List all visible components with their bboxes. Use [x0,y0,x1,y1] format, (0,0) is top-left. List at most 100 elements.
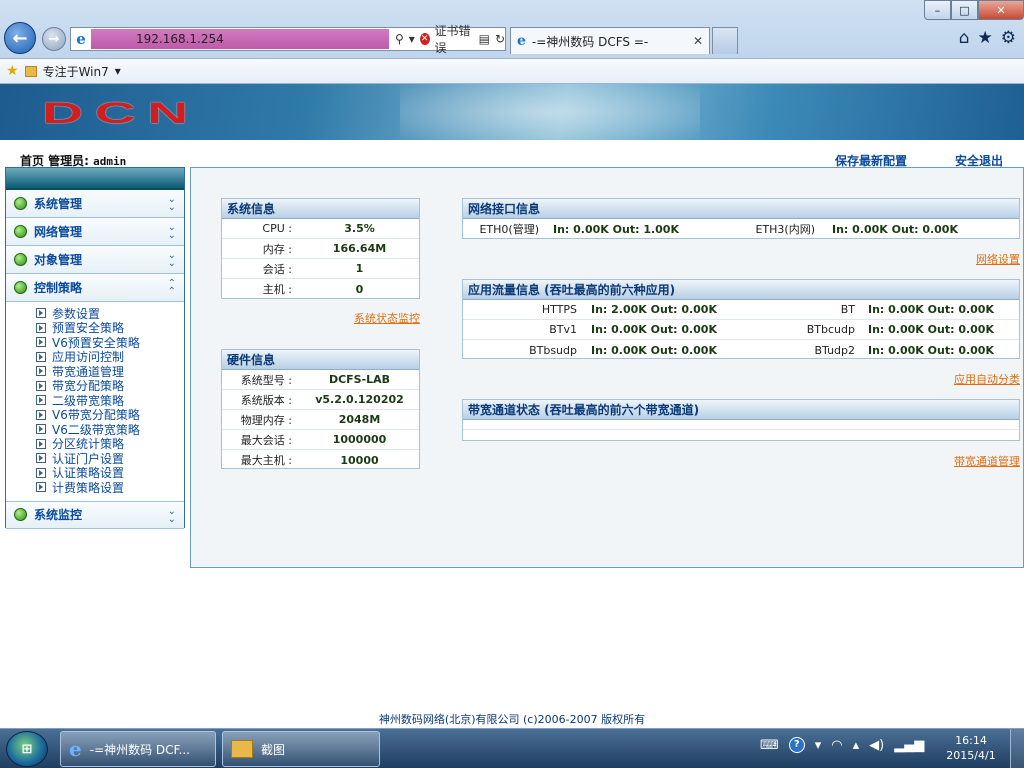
gear-icon[interactable]: ⚙ [1001,28,1016,48]
cert-error-icon[interactable]: ✕ [419,33,430,45]
app-auto-classify-link[interactable]: 应用自动分类 [954,371,1020,387]
app-name: BTv1 [549,323,577,336]
forward-button[interactable]: → [42,27,66,51]
window-controls: – □ ✕ [924,0,1024,20]
app-traffic: In: 0.00K Out: 0.00K [868,343,994,357]
sidebar-item-system[interactable]: 系统管理 ⌄ ⌄ [6,190,184,218]
app-traffic: In: 0.00K Out: 0.00K [591,323,717,336]
memory-value: 166.64M [332,242,387,255]
favorites-star-icon[interactable]: ★ [978,28,993,48]
panel-title: 网络接口信息 [463,199,1019,219]
signal-icon[interactable]: ▂▄▆ [894,738,924,753]
browser-tab[interactable]: e -=神州数码 DCFS =- ✕ [510,27,710,54]
sidebar: 系统管理 ⌄ ⌄ 网络管理 ⌄ ⌄ 对象管理 ⌄ ⌄ 控制策略 ⌃ ⌃ 参数设置 预置安… [5,167,185,529]
arrow-left-icon: ← [12,27,28,49]
app-name: BTbcudp [806,323,855,336]
host-value: 0 [355,282,364,296]
cpu-value: 3.5% [344,222,375,235]
wifi-icon[interactable]: ◠ [831,738,842,753]
system-info-panel: 系统信息 CPU : 3.5% 内存 : 166.64M 会话 : 1 主机 : 0 [221,198,420,299]
compat-view-icon[interactable]: ▤ [479,32,490,46]
sidebar-item-network[interactable]: 网络管理 ⌄ ⌄ [6,218,184,246]
tab-close-icon[interactable]: ✕ [693,34,703,48]
home-icon[interactable]: ⌂ [959,28,970,48]
info-row: 主机 : 0 [222,279,419,299]
new-tab-button[interactable] [712,27,738,54]
chevron-double-up-icon[interactable]: ⌃ ⌃ [168,279,176,297]
start-button[interactable]: ⊞ [6,731,48,767]
clock[interactable]: 16:14 2015/4/1 [940,733,1002,763]
show-desktop-button[interactable] [1010,729,1024,768]
folder-icon [231,740,253,758]
arrow-box-icon [36,482,46,493]
back-button[interactable]: ← [4,22,36,54]
eth3-label: ETH3(内网) [755,223,815,236]
chevron-double-down-icon[interactable]: ⌄ ⌄ [168,251,176,269]
app-name: BTbsudp [529,343,577,357]
info-row: 最大会话 :1000000 [222,430,419,450]
add-favorite-icon[interactable]: ★ [6,63,19,79]
chevron-down-icon[interactable]: ▾ [115,64,121,78]
system-status-link[interactable]: 系统状态监控 [354,310,420,326]
cpu-label: CPU : [262,222,292,235]
arrow-box-icon [36,322,46,333]
clock-time: 16:14 [955,734,987,747]
app-row: HTTPS In: 2.00K Out: 0.00K BT In: 0.00K … [463,300,1019,320]
sidebar-item-object[interactable]: 对象管理 ⌄ ⌄ [6,246,184,274]
cert-error-label[interactable]: 证书错误 [435,22,474,56]
volume-icon[interactable]: ◀) [869,738,884,753]
browser-chrome: – □ ✕ ← → e 192.168.1.254 ⚲ ▾ ✕ 证书错误 ▤ ↻… [0,0,1024,84]
system-tray: ⌨ ? ▾ ◠ ▴ ◀) ▂▄▆ [760,737,924,753]
green-dot-icon [14,508,27,521]
app-traffic-panel: 应用流量信息 (吞吐最高的前六种应用) HTTPS In: 2.00K Out:… [462,279,1020,359]
chevron-double-down-icon[interactable]: ⌄ ⌄ [168,223,176,241]
panel-title: 带宽通道状态 (吞吐最高的前六个带宽通道) [463,400,1019,420]
info-row: 会话 : 1 [222,259,419,279]
submenu-item[interactable]: 计费策略设置 [36,480,184,495]
keyboard-icon[interactable]: ⌨ [760,738,779,753]
dropdown-icon[interactable]: ▾ [409,32,415,46]
app-name: BTudp2 [814,343,855,357]
refresh-icon[interactable]: ↻ [495,32,505,46]
green-dot-icon [14,197,27,210]
sidebar-item-policy[interactable]: 控制策略 ⌃ ⌃ [6,274,184,302]
address-bar[interactable]: e 192.168.1.254 ⚲ ▾ ✕ 证书错误 ▤ ↻ [70,24,506,55]
info-row: 物理内存 :2048M [222,410,419,430]
max-host-value: 10000 [340,453,379,467]
app-traffic: In: 0.00K Out: 0.00K [591,343,717,357]
address-input[interactable]: 192.168.1.254 [90,29,389,49]
bandwidth-channel-link[interactable]: 带宽通道管理 [954,453,1020,469]
help-icon[interactable]: ? [788,737,805,753]
main-content: 系统信息 CPU : 3.5% 内存 : 166.64M 会话 : 1 主机 : 0 系… [190,167,1024,568]
tray-arrow-icon[interactable]: ▾ [815,738,822,753]
arrow-box-icon [36,351,46,362]
close-button[interactable]: ✕ [978,0,1024,20]
chevron-double-down-icon[interactable]: ⌄ ⌄ [168,195,176,213]
app-traffic: In: 0.00K Out: 0.00K [868,323,994,336]
taskbar-item-browser[interactable]: e -=神州数码 DCF... [60,731,216,767]
physical-memory-value: 2048M [338,413,381,426]
info-row: 系统型号 : DCFS-LAB [222,370,419,390]
app-traffic: In: 0.00K Out: 0.00K [868,303,994,316]
tab-title: -=神州数码 DCFS =- [531,34,649,49]
app-row: BTbsudp In: 0.00K Out: 0.00K BTudp2 In: … [463,340,1019,360]
host-label: 主机 : [262,283,292,296]
version-value: v5.2.0.120202 [315,393,404,406]
minimize-button[interactable]: – [924,0,951,20]
favorites-item[interactable]: 专注于Win7 [43,63,109,80]
app-traffic: In: 2.00K Out: 0.00K [591,303,717,316]
taskbar-item-screenshot[interactable]: 截图 [222,731,380,767]
taskbar: ⊞ e -=神州数码 DCF... 截图 ⌨ ? ▾ ◠ ▴ ◀) ▂▄▆ 16… [0,728,1024,768]
search-icon[interactable]: ⚲ [395,32,404,46]
network-settings-link[interactable]: 网络设置 [976,251,1020,267]
maximize-button[interactable]: □ [951,0,978,20]
session-value: 1 [355,262,364,275]
ie-icon: e [76,30,86,48]
chevron-double-down-icon[interactable]: ⌄ ⌄ [168,506,176,524]
sidebar-item-monitor[interactable]: 系统监控 ⌄ ⌄ [6,500,184,529]
arrow-box-icon [36,308,46,319]
arrow-box-icon [36,380,46,391]
green-dot-icon [14,281,27,294]
max-session-value: 1000000 [332,433,387,446]
tray-up-icon[interactable]: ▴ [853,738,860,753]
